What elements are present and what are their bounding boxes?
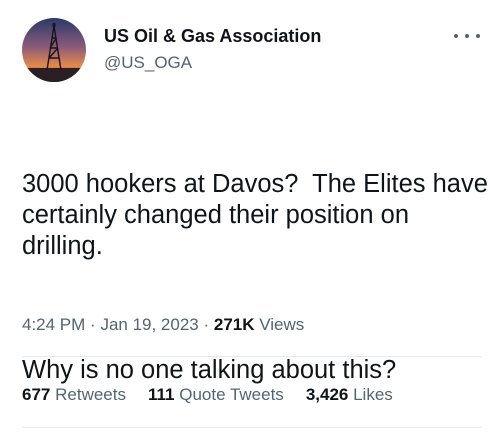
tweet-time[interactable]: 4:24 PM [22, 315, 85, 334]
views-label: Views [259, 315, 305, 334]
separator: · [90, 315, 101, 334]
quote-tweets-label: Quote Tweets [179, 385, 284, 404]
author-handle[interactable]: @US_OGA [104, 53, 192, 73]
tweet-meta: 4:24 PM · Jan 19, 2023 · 271K Views [22, 315, 304, 335]
retweets-stat[interactable]: 677 Retweets [22, 385, 126, 405]
dot [476, 34, 480, 38]
oil-rig-sunset-avatar-icon [22, 18, 86, 82]
author-name[interactable]: US Oil & Gas Association [104, 26, 321, 47]
retweets-count: 677 [22, 385, 51, 404]
views-count: 271K [213, 315, 255, 334]
tweet-card: US Oil & Gas Association @US_OGA 3000 ho… [0, 0, 500, 431]
avatar[interactable] [22, 18, 86, 82]
likes-stat[interactable]: 3,426 Likes [306, 385, 393, 405]
retweets-label: Retweets [55, 385, 126, 404]
quote-tweets-count: 111 [147, 385, 175, 404]
tweet-date[interactable]: Jan 19, 2023 [100, 315, 198, 334]
engagement-stats: 677 Retweets 111 Quote Tweets 3,426 Like… [22, 385, 393, 405]
quote-tweets-stat[interactable]: 111 Quote Tweets [148, 385, 284, 405]
divider [22, 356, 482, 357]
tweet-paragraph: Why is no one talking about this? [22, 356, 397, 384]
dot [465, 34, 469, 38]
more-options-icon[interactable] [454, 26, 480, 46]
divider [22, 427, 482, 428]
dot [454, 34, 458, 38]
separator: · [203, 315, 214, 334]
likes-count: 3,426 [305, 385, 349, 404]
tweet-paragraph: 3000 hookers at Davos? The Elites have c… [22, 170, 495, 260]
likes-label: Likes [353, 385, 393, 404]
